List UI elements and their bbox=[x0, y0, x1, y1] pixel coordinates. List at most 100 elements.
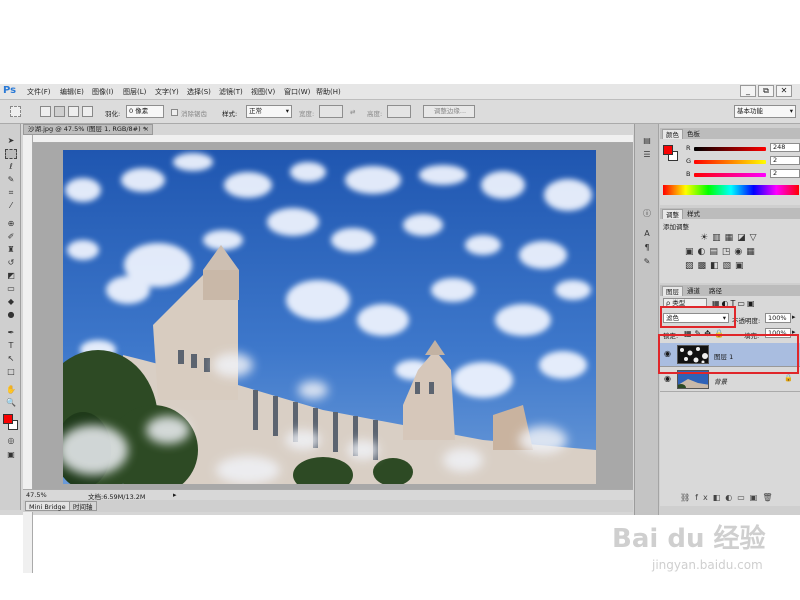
status-arrow-icon[interactable]: ▸ bbox=[173, 491, 177, 499]
opacity-input[interactable]: 100% bbox=[765, 313, 791, 323]
rect-marquee-icon[interactable] bbox=[10, 106, 21, 117]
tab-swatches[interactable]: 色板 bbox=[684, 129, 703, 139]
shape-tool-icon[interactable]: □ bbox=[5, 367, 17, 377]
quick-select-tool-icon[interactable]: ✎ bbox=[5, 175, 17, 185]
intersect-selection-icon[interactable] bbox=[82, 106, 93, 117]
refine-edge-button[interactable]: 调整边缘... bbox=[423, 105, 475, 118]
adjustment-icons-row-2[interactable]: ▣◐▤◳◉▦ bbox=[685, 247, 759, 257]
marquee-tool-icon[interactable] bbox=[5, 149, 17, 159]
blur-tool-icon[interactable]: ◆ bbox=[5, 297, 17, 307]
path-select-icon[interactable]: ↖ bbox=[5, 354, 17, 364]
document-canvas[interactable] bbox=[63, 150, 596, 484]
mini-bridge-tab[interactable]: Mini Bridge bbox=[25, 501, 70, 511]
menu-view[interactable]: 视图(V) bbox=[251, 87, 275, 97]
right-panels: ▤ ☰ ⓘ A ¶ ✎ 颜色 色板 R 248 G 2 B 2 调整 样式 添加… bbox=[634, 124, 800, 515]
hand-tool-icon[interactable]: ✋ bbox=[5, 385, 17, 395]
channel-b-input[interactable]: 2 bbox=[770, 169, 800, 178]
menu-type[interactable]: 文字(Y) bbox=[155, 87, 179, 97]
style-select[interactable]: 正常 ▾ bbox=[246, 105, 292, 118]
visibility-eye-icon[interactable]: ◉ bbox=[664, 374, 671, 383]
healing-tool-icon[interactable]: ⊕ bbox=[5, 219, 17, 229]
stamp-tool-icon[interactable]: ♜ bbox=[5, 245, 17, 255]
zoom-level[interactable]: 47.5% bbox=[26, 491, 47, 499]
color-panel-header: 颜色 色板 bbox=[660, 128, 800, 139]
menu-window[interactable]: 窗口(W) bbox=[284, 87, 310, 97]
channel-b-label: B bbox=[686, 170, 691, 178]
antialias-checkbox[interactable] bbox=[171, 109, 178, 116]
color-panel: R 248 G 2 B 2 bbox=[660, 139, 800, 205]
timeline-tab[interactable]: 时间轴 bbox=[69, 501, 97, 511]
new-selection-icon[interactable] bbox=[40, 106, 51, 117]
document-tab[interactable]: 沙湖.jpg @ 47.5% (图层 1, RGB/8#) * × bbox=[23, 124, 153, 135]
color-fg-swatch[interactable] bbox=[663, 145, 673, 155]
type-tool-icon[interactable]: T bbox=[5, 341, 17, 351]
adjustments-panel: 添加调整 ☀▥▦◪▽ ▣◐▤◳◉▦ ▨▩◧▧▣ bbox=[660, 219, 800, 283]
foreground-color-swatch[interactable] bbox=[3, 414, 13, 424]
info-panel-icon[interactable]: ⓘ bbox=[641, 209, 653, 219]
watermark-url: jingyan.baidu.com bbox=[652, 558, 763, 572]
adjustments-title: 添加调整 bbox=[663, 223, 689, 231]
menu-bar: Ps 文件(F) 编辑(E) 图像(I) 图层(L) 文字(Y) 选择(S) 滤… bbox=[0, 84, 800, 100]
menu-file[interactable]: 文件(F) bbox=[27, 87, 51, 97]
brush-panel-icon[interactable]: ✎ bbox=[641, 257, 653, 267]
gradient-tool-icon[interactable]: ▭ bbox=[5, 284, 17, 294]
tab-paths[interactable]: 路径 bbox=[706, 286, 725, 296]
channel-g-label: G bbox=[686, 157, 692, 165]
status-bar: 47.5% 文档:6.59M/13.2M ▸ bbox=[23, 489, 633, 501]
paragraph-panel-icon[interactable]: ¶ bbox=[641, 243, 653, 253]
tab-styles[interactable]: 样式 bbox=[684, 209, 703, 219]
height-input[interactable] bbox=[387, 105, 411, 118]
character-panel-icon[interactable]: A bbox=[641, 229, 653, 239]
menu-image[interactable]: 图像(I) bbox=[92, 87, 114, 97]
close-tab-icon[interactable]: × bbox=[144, 125, 149, 134]
dodge-tool-icon[interactable]: ● bbox=[5, 310, 17, 320]
tab-layers[interactable]: 图层 bbox=[662, 286, 683, 296]
color-spectrum[interactable] bbox=[663, 185, 799, 195]
menu-edit[interactable]: 编辑(E) bbox=[60, 87, 84, 97]
brush-tool-icon[interactable]: ✐ bbox=[5, 232, 17, 242]
panel-dock: ▤ ☰ ⓘ A ¶ ✎ bbox=[635, 124, 659, 515]
lasso-tool-icon[interactable]: ℓ bbox=[5, 162, 17, 172]
feather-label: 羽化: bbox=[105, 110, 121, 118]
channel-r-slider[interactable] bbox=[694, 147, 766, 151]
close-button[interactable]: ✕ bbox=[776, 85, 792, 97]
eraser-tool-icon[interactable]: ◩ bbox=[5, 271, 17, 281]
move-tool-icon[interactable]: ➤ bbox=[5, 136, 17, 146]
swap-icon[interactable]: ⇄ bbox=[350, 108, 355, 116]
minimize-button[interactable]: _ bbox=[740, 85, 756, 97]
add-selection-icon[interactable] bbox=[54, 106, 65, 117]
crop-tool-icon[interactable]: ⌗ bbox=[5, 188, 17, 198]
channel-g-slider[interactable] bbox=[694, 160, 766, 164]
channel-r-input[interactable]: 248 bbox=[770, 143, 800, 152]
tab-color[interactable]: 颜色 bbox=[662, 129, 683, 139]
history-brush-icon[interactable]: ↺ bbox=[5, 258, 17, 268]
width-input[interactable] bbox=[319, 105, 343, 118]
zoom-tool-icon[interactable]: 🔍 bbox=[5, 398, 17, 408]
layer-actions-icons[interactable]: ⛓fx◧◐▭▣🗑 bbox=[680, 493, 778, 502]
baidu-watermark: Bai du 经验 jingyan.baidu.com bbox=[612, 518, 792, 588]
adjustment-icons-row-3[interactable]: ▨▩◧▧▣ bbox=[685, 261, 748, 271]
menu-layer[interactable]: 图层(L) bbox=[123, 87, 146, 97]
properties-panel-icon[interactable]: ☰ bbox=[641, 150, 653, 160]
screen-mode-icon[interactable]: ▣ bbox=[5, 450, 17, 460]
history-panel-icon[interactable]: ▤ bbox=[641, 136, 653, 146]
horizontal-ruler bbox=[33, 135, 633, 143]
restore-button[interactable]: ⧉ bbox=[758, 85, 774, 97]
opacity-dropdown-icon[interactable]: ▸ bbox=[792, 313, 796, 321]
menu-select[interactable]: 选择(S) bbox=[187, 87, 211, 97]
feather-input[interactable]: 0 像素 bbox=[126, 105, 164, 118]
workspace-select[interactable]: 基本功能 ▾ bbox=[734, 105, 796, 118]
channel-b-slider[interactable] bbox=[694, 173, 766, 177]
bottom-panel-tabs: Mini Bridge 时间轴 bbox=[23, 500, 633, 512]
background-layer-name: 背景 bbox=[714, 378, 727, 386]
eyedropper-tool-icon[interactable]: ⁄ bbox=[5, 201, 17, 211]
menu-help[interactable]: 帮助(H) bbox=[316, 87, 341, 97]
subtract-selection-icon[interactable] bbox=[68, 106, 79, 117]
channel-g-input[interactable]: 2 bbox=[770, 156, 800, 165]
adjustment-icons-row-1[interactable]: ☀▥▦◪▽ bbox=[700, 233, 761, 243]
quick-mask-icon[interactable]: ◎ bbox=[5, 436, 17, 446]
pen-tool-icon[interactable]: ✒ bbox=[5, 328, 17, 338]
menu-filter[interactable]: 滤镜(T) bbox=[219, 87, 243, 97]
tab-adjustments[interactable]: 调整 bbox=[662, 209, 683, 219]
tab-channels[interactable]: 通道 bbox=[684, 286, 703, 296]
